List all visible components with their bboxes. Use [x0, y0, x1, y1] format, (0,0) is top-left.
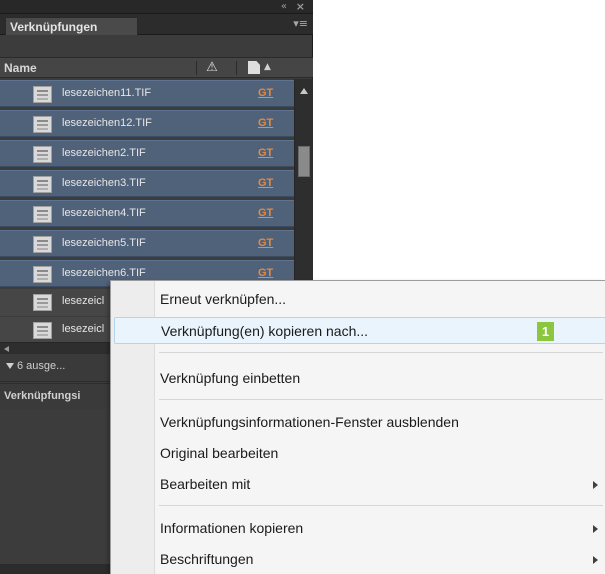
menu-item-label: Verknüpfungsinformationen-Fenster ausble…: [160, 414, 459, 430]
submenu-arrow-icon: [593, 525, 598, 533]
link-status[interactable]: GT: [258, 177, 273, 189]
menu-item-label: Verknüpfung(en) kopieren nach...: [161, 323, 369, 339]
list-item[interactable]: lesezeichen11.TIF GT: [0, 80, 294, 107]
scrollbar-thumb[interactable]: [298, 146, 310, 177]
link-filename: lesezeichen2.TIF: [62, 147, 146, 159]
link-filename: lesezeichen11.TIF: [62, 87, 152, 99]
panel-titlebar: « ×: [0, 0, 313, 14]
column-name-header[interactable]: Name: [4, 61, 37, 75]
image-thumbnail-icon: [33, 176, 52, 193]
image-thumbnail-icon: [33, 294, 52, 311]
list-item[interactable]: lesezeichen12.TIF GT: [0, 110, 294, 137]
link-status[interactable]: GT: [258, 117, 273, 129]
menu-item-edit-original[interactable]: Original bearbeiten: [114, 440, 605, 467]
column-header: Name ⚠ ▲: [0, 57, 313, 78]
menu-item-captions[interactable]: Beschriftungen: [114, 546, 605, 573]
link-status[interactable]: GT: [258, 207, 273, 219]
menu-item-relink[interactable]: Erneut verknüpfen...: [114, 286, 605, 313]
panel-tab-row: Verknüpfungen ▾≡: [0, 14, 313, 35]
link-filename: lesezeicl: [62, 323, 105, 335]
collapse-panel-icon[interactable]: «: [281, 1, 287, 13]
menu-item-label: Verknüpfung einbetten: [160, 370, 301, 386]
menu-item-edit-with[interactable]: Bearbeiten mit: [114, 471, 605, 498]
link-status[interactable]: GT: [258, 267, 273, 279]
menu-item-label: Erneut verknüpfen...: [160, 291, 287, 307]
link-status[interactable]: GT: [258, 237, 273, 249]
step-badge: 1: [537, 322, 554, 341]
menu-divider: [159, 352, 603, 353]
context-menu: Erneut verknüpfen... Verknüpfung(en) kop…: [110, 280, 605, 574]
list-item[interactable]: lesezeichen4.TIF GT: [0, 200, 294, 227]
menu-item-hide-link-info[interactable]: Verknüpfungsinformationen-Fenster ausble…: [114, 409, 605, 436]
chevron-down-icon[interactable]: [6, 363, 14, 369]
link-status[interactable]: GT: [258, 147, 273, 159]
link-filename: lesezeichen4.TIF: [62, 207, 146, 219]
link-filename: lesezeicl: [62, 295, 105, 307]
menu-item-label: Original bearbeiten: [160, 445, 279, 461]
submenu-arrow-icon: [593, 556, 598, 564]
link-filename: lesezeichen5.TIF: [62, 237, 146, 249]
link-filename: lesezeichen12.TIF: [62, 117, 152, 129]
image-thumbnail-icon: [33, 266, 52, 283]
list-item[interactable]: lesezeichen2.TIF GT: [0, 140, 294, 167]
image-thumbnail-icon: [33, 206, 52, 223]
menu-item-copy-links-to[interactable]: Verknüpfung(en) kopieren nach...: [114, 317, 605, 344]
scroll-up-icon[interactable]: [300, 88, 308, 94]
tab-links-label: Verknüpfungen: [10, 20, 98, 34]
list-item[interactable]: lesezeichen3.TIF GT: [0, 170, 294, 197]
menu-item-label: Bearbeiten mit: [160, 476, 251, 492]
sort-ascending-icon[interactable]: ▲: [264, 60, 271, 74]
list-item[interactable]: lesezeichen5.TIF GT: [0, 230, 294, 257]
image-thumbnail-icon: [33, 86, 52, 103]
image-thumbnail-icon: [33, 236, 52, 253]
menu-item-label: Informationen kopieren: [160, 520, 304, 536]
tab-links[interactable]: Verknüpfungen: [5, 17, 138, 35]
panel-menu-icon[interactable]: ▾≡: [293, 18, 308, 30]
link-filename: lesezeichen6.TIF: [62, 267, 146, 279]
submenu-arrow-icon: [593, 481, 598, 489]
page-icon[interactable]: [248, 61, 260, 74]
link-info-label: Verknüpfungsi: [4, 390, 81, 402]
warning-icon[interactable]: ⚠: [204, 60, 220, 76]
menu-divider: [159, 505, 603, 506]
close-panel-icon[interactable]: ×: [296, 0, 305, 13]
image-thumbnail-icon: [33, 322, 52, 339]
image-thumbnail-icon: [33, 146, 52, 163]
link-filename: lesezeichen3.TIF: [62, 177, 146, 189]
menu-item-embed-link[interactable]: Verknüpfung einbetten: [114, 365, 605, 392]
column-separator: [236, 61, 237, 75]
column-separator: [196, 61, 197, 75]
image-thumbnail-icon: [33, 116, 52, 133]
selection-summary-label: 6 ausge...: [17, 360, 66, 372]
scroll-left-icon[interactable]: [4, 346, 9, 352]
menu-item-label: Beschriftungen: [160, 551, 254, 567]
menu-divider: [159, 399, 603, 400]
link-status[interactable]: GT: [258, 87, 273, 99]
menu-item-copy-info[interactable]: Informationen kopieren: [114, 515, 605, 542]
